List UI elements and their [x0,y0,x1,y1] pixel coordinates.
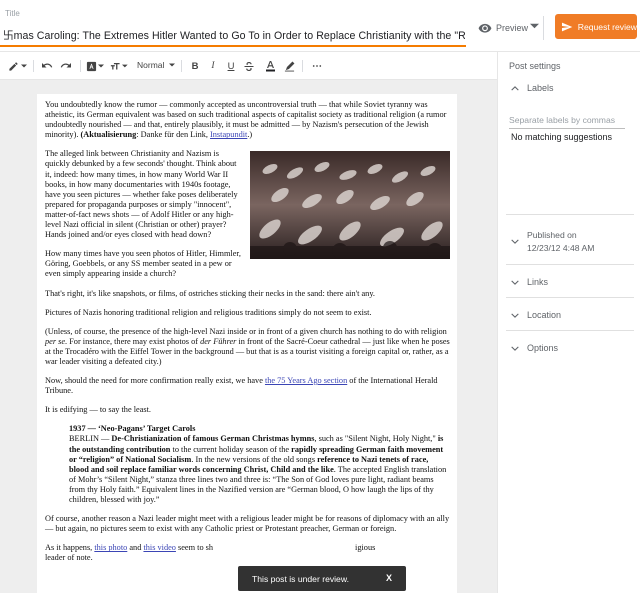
highlight-button[interactable] [282,59,296,73]
formatting-toolbar: Normal B I U ⋯ [0,52,497,80]
pencil-icon [8,61,18,71]
labels-label: Labels [527,83,554,93]
toolbar-divider [181,60,182,72]
labels-section-toggle[interactable]: Labels [498,83,640,93]
paragraph: It is edifying — to say the least. [45,405,151,415]
chevron-down-icon [511,279,519,285]
chevron-up-icon [511,85,519,91]
snackbar-message: This post is under review. [252,573,349,584]
bold-icon: B [191,60,199,72]
links-label: Links [527,277,549,287]
snackbar-close-button[interactable]: X [386,573,392,583]
labels-input[interactable]: Separate labels by commas [509,115,615,125]
eye-icon [478,23,492,33]
send-icon [561,22,573,31]
chevron-down-icon [511,312,519,318]
text-color-icon [265,61,275,72]
chevron-down-icon[interactable] [530,23,539,29]
redo-icon [60,63,71,68]
paragraph: Now, should the need for more confirmati… [45,376,438,396]
underline-icon: U [227,60,235,72]
undo-icon [42,63,53,68]
published-label: Published on [527,230,577,240]
instapundit-link[interactable]: Instapundit [210,130,247,139]
post-settings-sidebar: Post settings Labels Separate labels by … [497,52,640,593]
this-video-link[interactable]: this video [143,543,176,552]
nazi-rally-photo [250,151,450,260]
title-focus-underline [0,45,466,47]
this-photo-link[interactable]: this photo [94,543,127,552]
no-matching-suggestions: No matching suggestions [511,132,613,142]
published-section-toggle[interactable]: Published on 12/23/12 4:48 AM [498,230,640,253]
location-section-toggle[interactable]: Location [498,310,640,320]
location-label: Location [527,310,562,320]
paragraph: You undoubtedly know the rumor — commonl… [45,100,447,140]
font-icon [86,61,97,71]
75-years-ago-link[interactable]: the 75 Years Ago section [265,376,347,385]
blockquote: 1937 — ‘Neo-Pagans’ Target Carols BERLIN… [69,424,447,504]
sidebar-divider [506,297,634,298]
text-size-button[interactable] [110,59,128,73]
more-button[interactable]: ⋯ [310,59,324,73]
strikethrough-icon [244,61,254,71]
text-size-icon [110,62,120,70]
chevron-down-icon [98,64,104,68]
review-snackbar: This post is under review. X [238,566,406,591]
options-section-toggle[interactable]: Options [498,343,640,353]
post-settings-title: Post settings [509,61,561,71]
links-section-toggle[interactable]: Links [498,277,640,287]
labels-input-underline [509,128,625,129]
toolbar-divider [33,60,34,72]
bold-button[interactable]: B [189,59,201,73]
chevron-down-icon [21,64,27,68]
highlight-icon [284,61,294,72]
text-color-button[interactable] [263,59,277,73]
more-icon: ⋯ [312,60,322,72]
sidebar-divider [506,214,634,215]
paragraph: As it happens, this photo and this video… [45,543,376,563]
chevron-down-icon [511,239,519,244]
redo-button[interactable] [59,59,73,73]
title-label: Title [5,9,20,18]
published-date: 12/23/12 4:48 AM [527,243,595,253]
request-review-label: Request review [577,21,637,32]
italic-button[interactable]: I [207,59,219,73]
undo-button[interactable] [40,59,54,73]
request-review-button[interactable]: Request review [555,14,637,39]
paragraph: That's right, it's like snapshots, or fi… [45,288,375,298]
underline-button[interactable]: U [225,59,237,73]
preview-label: Preview [496,23,529,33]
paragraph-style-select[interactable]: Normal [137,60,176,70]
chevron-down-icon [122,64,128,68]
toolbar-divider [302,60,303,72]
chevron-down-icon [169,63,176,67]
post-title-input[interactable]: 卐mas Caroling: The Extremes Hitler Wante… [3,28,465,43]
paragraph: Of course, another reason a Nazi leader … [45,514,450,534]
paragraph: Pictures of Nazis honoring traditional r… [45,307,372,317]
chevron-down-icon [511,345,519,351]
blockquote-title: 1937 — ‘Neo-Pagans’ Target Carols [69,424,196,434]
editor-header: Title 卐mas Caroling: The Extremes Hitler… [0,0,640,52]
paragraph: (Unless, of course, the presence of the … [45,326,450,366]
sidebar-divider [506,330,634,331]
font-family-button[interactable] [86,59,104,73]
options-label: Options [527,343,559,353]
compose-mode-caret[interactable] [20,59,28,73]
paragraph-style-value: Normal [137,60,165,70]
strikethrough-button[interactable] [243,59,255,73]
post-body[interactable]: You undoubtedly know the rumor — commonl… [45,100,450,572]
sidebar-divider [506,264,634,265]
toolbar-divider [80,60,81,72]
italic-icon: I [211,61,215,71]
